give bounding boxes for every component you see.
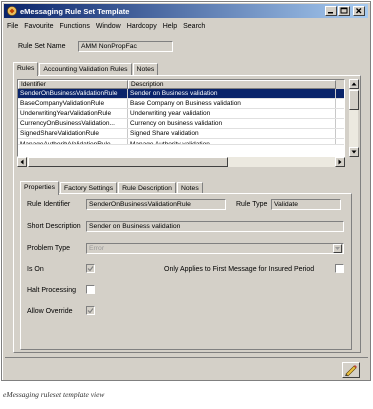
cell-description: Manage Authority validation — [128, 139, 336, 144]
main-tabs: Rules Accounting Validation Rules Notes — [13, 61, 159, 76]
table-row[interactable]: ManageAuthorityValidationRule Manage Aut… — [18, 139, 344, 145]
check-icon — [87, 266, 94, 272]
menu-search[interactable]: Search — [183, 23, 205, 30]
scroll-left-button[interactable] — [17, 157, 27, 167]
cell-identifier: ManageAuthorityValidationRule — [18, 139, 128, 144]
arrow-right-icon — [338, 159, 342, 165]
minimize-button[interactable] — [325, 6, 337, 16]
cell-description: Signed Share validation — [128, 129, 336, 138]
table-row[interactable]: SenderOnBusinessValidationRule Sender on… — [18, 89, 344, 99]
arrow-left-icon — [20, 159, 24, 165]
menu-favourite[interactable]: Favourite — [24, 23, 53, 30]
cell-identifier: SenderOnBusinessValidationRule — [18, 89, 128, 98]
check-icon — [87, 308, 94, 314]
only-applies-label: Only Applies to First Message for Insure… — [164, 266, 315, 273]
rule-type-label: Rule Type — [236, 201, 268, 208]
rule-set-name-label: Rule Set Name — [18, 43, 66, 50]
tab-notes[interactable]: Notes — [132, 63, 159, 75]
table-row[interactable]: BaseCompanyValidationRule Base Company o… — [18, 99, 344, 109]
tab-properties[interactable]: Properties — [20, 181, 59, 195]
cell-description: Base Company on Business validation — [128, 99, 336, 108]
is-on-label: Is On — [27, 266, 44, 273]
table-row[interactable]: UnderwritingYearValidationRule Underwrit… — [18, 109, 344, 119]
grid-horizontal-scrollbar[interactable] — [17, 157, 345, 167]
cell-description: Sender on Business validation — [128, 89, 336, 98]
rules-panel: Identifier Description SenderOnBusinessV… — [13, 75, 361, 353]
only-applies-checkbox[interactable] — [335, 264, 344, 273]
rule-set-name-field: AMM NonPropFac — [78, 41, 173, 52]
minimize-icon — [328, 12, 333, 14]
scroll-up-button[interactable] — [349, 79, 359, 89]
cell-identifier: BaseCompanyValidationRule — [18, 99, 128, 108]
scroll-down-button[interactable] — [349, 147, 359, 157]
menu-functions[interactable]: Functions — [59, 23, 89, 30]
cell-description: Currency on business validation — [128, 119, 336, 128]
menu-hardcopy[interactable]: Hardcopy — [127, 23, 157, 30]
figure-caption: eMessaging ruleset template view — [3, 390, 105, 399]
allow-override-label: Allow Override — [27, 308, 73, 315]
vertical-scroll-thumb[interactable] — [349, 90, 359, 110]
menu-help[interactable]: Help — [163, 23, 177, 30]
detail-tabs: Properties Factory Settings Rule Descrip… — [20, 180, 204, 195]
short-description-label: Short Description — [27, 223, 81, 230]
arrow-up-icon — [351, 82, 357, 86]
arrow-down-icon — [351, 150, 357, 154]
is-on-checkbox[interactable] — [86, 264, 95, 273]
application-window: eMessaging Rule Set Template File Favour… — [1, 1, 371, 381]
menu-file[interactable]: File — [7, 23, 18, 30]
scroll-right-button[interactable] — [335, 157, 345, 167]
bottom-toolbar — [5, 357, 368, 379]
grid-vertical-scrollbar[interactable] — [348, 79, 359, 157]
menu-window[interactable]: Window — [96, 23, 121, 30]
edit-button[interactable] — [342, 362, 360, 378]
column-header-description[interactable]: Description — [128, 80, 336, 89]
halt-processing-label: Halt Processing — [27, 287, 77, 294]
maximize-icon — [340, 7, 348, 14]
rules-grid: Identifier Description SenderOnBusinessV… — [17, 79, 345, 157]
title-bar[interactable]: eMessaging Rule Set Template — [4, 4, 368, 18]
table-row[interactable]: CurrencyOnBusinessValidation... Currency… — [18, 119, 344, 129]
horizontal-scroll-thumb[interactable] — [28, 157, 228, 167]
rule-identifier-label: Rule Identifier — [27, 201, 71, 208]
app-icon — [7, 6, 17, 16]
pencil-icon — [345, 365, 357, 377]
chevron-down-icon — [335, 247, 340, 250]
problem-type-dropdown-button[interactable] — [333, 244, 342, 253]
cell-description: Underwriting year validation — [128, 109, 336, 118]
properties-panel: Rule Identifier SenderOnBusinessValidati… — [20, 193, 352, 350]
rule-identifier-field: SenderOnBusinessValidationRule — [86, 199, 226, 210]
tab-rules[interactable]: Rules — [13, 62, 39, 76]
allow-override-checkbox[interactable] — [86, 306, 95, 315]
maximize-button[interactable] — [338, 6, 350, 16]
problem-type-label: Problem Type — [27, 245, 71, 252]
problem-type-select[interactable]: Error — [86, 243, 344, 254]
problem-type-value: Error — [89, 245, 105, 252]
rule-type-field: Validate — [271, 199, 341, 210]
cell-identifier: SignedShareValidationRule — [18, 129, 128, 138]
column-header-identifier[interactable]: Identifier — [18, 80, 128, 89]
short-description-field: Sender on Business validation — [86, 221, 344, 232]
grid-header: Identifier Description — [18, 80, 344, 89]
cell-identifier: CurrencyOnBusinessValidation... — [18, 119, 128, 128]
table-row[interactable]: SignedShareValidationRule Signed Share v… — [18, 129, 344, 139]
menu-bar: File Favourite Functions Window Hardcopy… — [4, 20, 205, 32]
tab-accounting-validation-rules[interactable]: Accounting Validation Rules — [39, 63, 132, 75]
cell-identifier: UnderwritingYearValidationRule — [18, 109, 128, 118]
halt-processing-checkbox[interactable] — [86, 285, 95, 294]
close-button[interactable] — [353, 6, 365, 16]
close-icon — [356, 8, 362, 14]
window-title: eMessaging Rule Set Template — [20, 6, 130, 16]
